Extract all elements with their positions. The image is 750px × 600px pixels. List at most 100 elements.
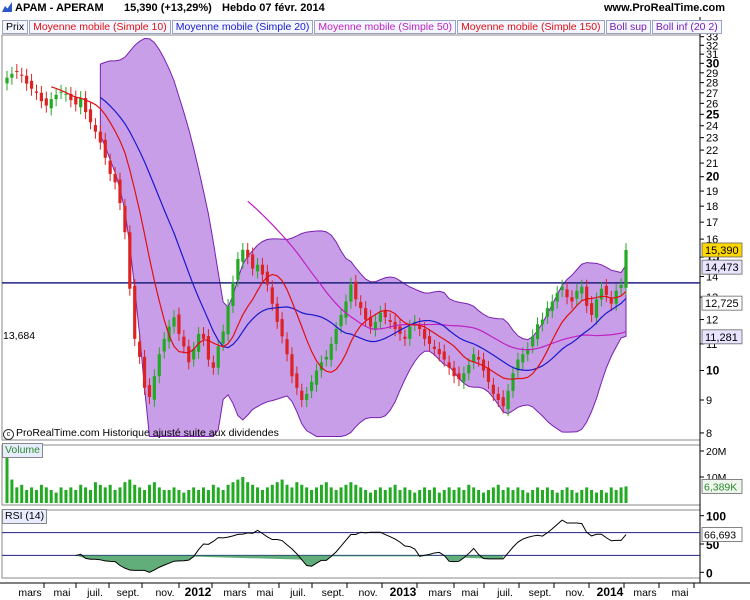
volume-bar: [167, 490, 171, 503]
volume-bar: [457, 487, 461, 503]
candle-body: [604, 285, 608, 296]
volume-bar: [98, 484, 102, 503]
candle-body: [309, 381, 314, 392]
legend-sma10[interactable]: Moyenne mobile (Simple 10): [29, 20, 171, 34]
candle-body: [334, 329, 338, 344]
volume-bar: [162, 490, 166, 503]
volume-bar: [315, 487, 318, 503]
volume-panel-label[interactable]: Volume: [2, 443, 44, 458]
time-tick-label: mai: [54, 587, 71, 599]
volume-bar: [555, 492, 559, 503]
volume-bar: [187, 490, 191, 503]
candle-body: [462, 373, 466, 382]
candle-body: [477, 357, 481, 360]
volume-bar: [462, 490, 466, 503]
candle-body: [437, 349, 441, 355]
candle-body: [152, 376, 156, 400]
support-line-label: 13,684: [3, 330, 36, 342]
time-tick-label: sept.: [322, 587, 345, 599]
candle-body: [231, 282, 235, 306]
candle-body: [594, 299, 599, 318]
volume-last-label: 6,389K: [704, 481, 737, 493]
volume-bar: [300, 484, 304, 503]
price-tick-label: 24: [706, 121, 718, 133]
time-tick-label: mars: [223, 587, 246, 599]
price-tick-label: 22: [706, 145, 718, 157]
candle-body: [177, 314, 181, 334]
legend-price[interactable]: Prix: [2, 20, 29, 34]
volume-bar: [516, 487, 520, 503]
candle-body: [427, 336, 432, 344]
legend-boll-sup[interactable]: Boll sup: [605, 20, 651, 34]
candle-body: [255, 264, 260, 272]
volume-bar: [15, 487, 19, 503]
legend-boll-inf[interactable]: Boll inf (20 2): [651, 20, 722, 34]
candle-body: [521, 354, 525, 363]
rsi-tick-label: 100: [706, 510, 726, 524]
candle-body: [452, 367, 456, 377]
volume-bar: [260, 490, 264, 503]
volume-bar: [270, 484, 274, 503]
price-tick-label: 20: [706, 170, 720, 184]
legend-sma50[interactable]: Moyenne mobile (Simple 50): [314, 20, 457, 34]
volume-bar: [34, 490, 38, 503]
candle-body: [59, 91, 63, 93]
volume-bar: [157, 487, 161, 503]
candle-body: [575, 290, 579, 299]
candle-body: [118, 179, 122, 204]
header-symbol: APAM - APERAM: [2, 0, 104, 17]
candle-body: [113, 173, 117, 183]
chart-window: 8910111213141516171819202122232425262728…: [0, 0, 750, 600]
volume-bar: [349, 482, 353, 503]
candle-body: [88, 109, 93, 123]
candle-body: [531, 336, 535, 347]
volume-bar: [206, 490, 210, 503]
candle-body: [142, 356, 147, 388]
time-tick-label: mai: [462, 587, 479, 599]
volume-bar: [609, 487, 613, 503]
candle-body: [108, 160, 112, 174]
volume-bar: [295, 482, 299, 503]
candle-body: [74, 97, 78, 105]
volume-bar: [585, 487, 589, 503]
indicator-legend: Prix Moyenne mobile (Simple 10) Moyenne …: [2, 20, 723, 34]
price-tick-label: 9: [706, 395, 712, 407]
candle-body: [540, 319, 545, 325]
volume-bar: [44, 487, 48, 503]
candle-body: [501, 397, 505, 407]
legend-sma150[interactable]: Moyenne mobile (Simple 150): [457, 20, 605, 34]
volume-bar: [39, 484, 43, 503]
time-tick-label: 2014: [597, 585, 624, 599]
candle-body: [506, 390, 510, 410]
rsi-panel-label[interactable]: RSI (14): [2, 509, 48, 524]
volume-bar: [236, 479, 240, 503]
volume-bar: [54, 492, 58, 503]
volume-bar: [452, 490, 456, 503]
candle-body: [246, 249, 250, 258]
symbol-name: APAM - APERAM: [15, 2, 104, 14]
volume-bar: [383, 490, 387, 503]
header-site[interactable]: www.ProRealTime.com: [604, 0, 725, 17]
candle-body: [570, 297, 574, 302]
volume-bar: [118, 487, 122, 503]
candle-body: [555, 292, 559, 302]
candle-body: [201, 333, 206, 339]
volume-bar: [477, 490, 481, 503]
volume-bar: [506, 487, 510, 503]
legend-sma20[interactable]: Moyenne mobile (Simple 20): [171, 20, 314, 34]
candle-body: [147, 385, 152, 397]
volume-bar: [216, 487, 220, 503]
volume-bar: [536, 487, 540, 503]
volume-bar: [437, 492, 441, 503]
volume-bar: [482, 492, 486, 503]
time-tick-label: nov.: [358, 587, 377, 599]
candle-body: [39, 92, 43, 102]
candle-body: [364, 308, 368, 320]
price-tick-label: 19: [706, 186, 718, 198]
candle-body: [280, 319, 284, 337]
volume-bar: [143, 490, 147, 503]
volume-bar: [319, 484, 323, 503]
volume-bar: [423, 487, 427, 503]
volume-bar: [310, 490, 314, 503]
candle-body: [290, 354, 294, 377]
